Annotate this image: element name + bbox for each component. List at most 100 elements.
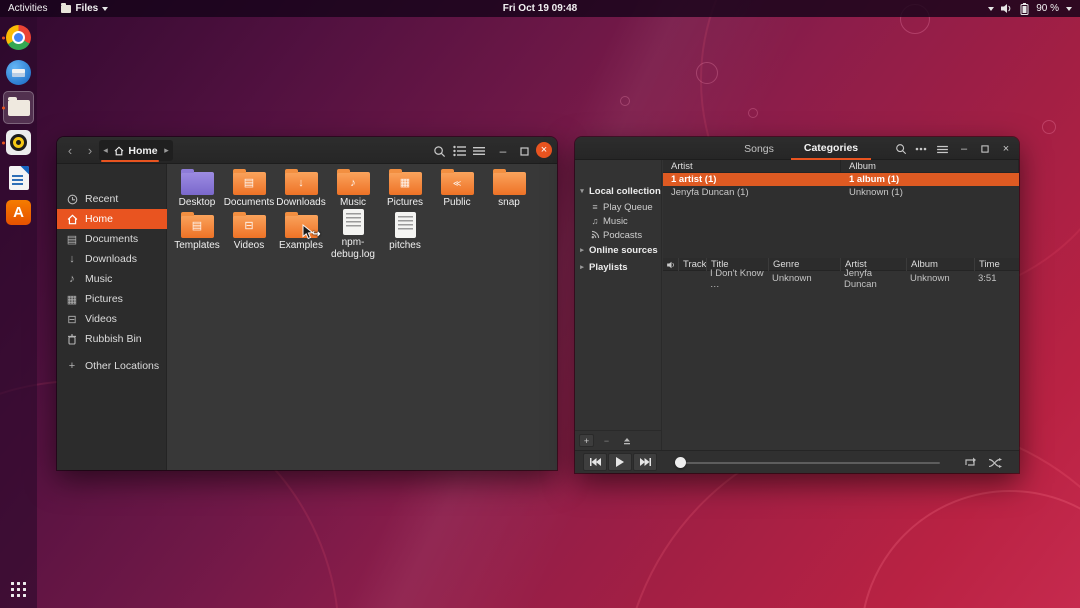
expander-icon[interactable]: ▾ (578, 187, 586, 195)
add-button[interactable]: + (579, 434, 594, 447)
sidebar-item-recent[interactable]: Recent (57, 189, 167, 209)
eject-button[interactable] (619, 434, 634, 447)
repeat-button[interactable] (960, 454, 980, 471)
show-applications-button[interactable] (0, 574, 37, 604)
close-button[interactable]: × (536, 142, 552, 158)
path-prev-button[interactable]: ◂ (99, 145, 112, 156)
path-bar[interactable]: ◂ Home ▸ (99, 140, 173, 161)
dock-item-chrome[interactable] (0, 20, 37, 55)
next-button[interactable] (633, 453, 657, 471)
active-path-underline (101, 160, 159, 162)
tab-categories[interactable]: Categories (791, 137, 871, 160)
sidebar-group-playlists[interactable]: ▸ Playlists (575, 260, 662, 274)
file-item-music[interactable]: ♪ Music (327, 166, 379, 209)
sidebar-item-downloads[interactable]: ↓ Downloads (57, 249, 167, 269)
document-icon: ▤ (66, 233, 78, 246)
artist-column-header[interactable]: Artist (663, 160, 841, 173)
file-item-downloads[interactable]: ↓ Downloads (275, 166, 327, 209)
seek-slider-knob[interactable] (675, 457, 686, 468)
folder-icon: ▤ (181, 215, 214, 238)
sidebar-item-play-queue[interactable]: ≡ Play Queue (575, 200, 662, 214)
sidebar-item-label: Recent (85, 193, 118, 205)
file-item-pitches[interactable]: pitches (379, 209, 431, 252)
next-icon (640, 458, 651, 466)
file-item-snap[interactable]: snap (483, 166, 535, 209)
view-toggle-button[interactable] (451, 143, 467, 159)
file-item-videos[interactable]: ⊟ Videos (223, 209, 275, 252)
sidebar-item-music[interactable]: ♪ Music (57, 269, 167, 289)
file-item-label: Videos (234, 240, 264, 252)
time-column-header[interactable]: Time (974, 258, 1019, 271)
file-item-public[interactable]: ≪ Public (431, 166, 483, 209)
file-item-npm-debug-log[interactable]: npm-debug.log (327, 209, 379, 252)
file-item-pictures[interactable]: ▦ Pictures (379, 166, 431, 209)
sidebar-item-music[interactable]: ♫ Music (575, 214, 662, 228)
search-button[interactable] (893, 141, 909, 157)
path-home-button[interactable]: Home (112, 145, 160, 157)
seek-slider[interactable] (680, 462, 940, 464)
sidebar-item-other-locations[interactable]: + Other Locations (57, 356, 167, 376)
sidebar-item-pictures[interactable]: ▦ Pictures (57, 289, 167, 309)
running-indicator (2, 141, 5, 144)
dock-item-ubuntu-software[interactable]: A (0, 195, 37, 230)
dock-item-rhythmbox[interactable] (0, 125, 37, 160)
dock-item-files[interactable] (0, 90, 37, 125)
sidebar-item-videos[interactable]: ⊟ Videos (57, 309, 167, 329)
ubuntu-software-icon: A (6, 200, 31, 225)
file-item-label: pitches (389, 240, 421, 252)
rss-icon (590, 230, 600, 241)
play-button[interactable] (608, 453, 632, 471)
track-column-header[interactable]: Track (678, 258, 706, 271)
app-grid-icon (11, 582, 26, 597)
artist-row[interactable]: Jenyfa Duncan (1) (663, 186, 841, 199)
minimize-button[interactable]: – (956, 141, 972, 157)
maximize-button[interactable] (977, 141, 993, 157)
file-item-examples[interactable]: ↪ Examples (275, 209, 327, 252)
path-prev-icon: ◂ (103, 145, 108, 156)
menu-button[interactable] (934, 141, 950, 157)
album-column-header[interactable]: Album (841, 160, 1019, 173)
shuffle-button[interactable] (985, 454, 1005, 471)
sidebar-group-online-sources[interactable]: ▸ Online sources (575, 243, 662, 257)
artist-summary-row[interactable]: 1 artist (1) (663, 173, 841, 186)
album-column-header[interactable]: Album (906, 258, 974, 271)
dock-item-thunderbird[interactable] (0, 55, 37, 90)
close-button[interactable]: × (998, 141, 1014, 157)
album-row[interactable]: Unknown (1) (841, 186, 1019, 199)
repeat-icon (964, 457, 976, 468)
maximize-button[interactable] (516, 143, 532, 159)
remove-button[interactable]: − (599, 434, 614, 447)
album-summary-row[interactable]: 1 album (1) (841, 173, 1019, 186)
tab-songs[interactable]: Songs (727, 137, 791, 160)
forward-button[interactable]: › (82, 142, 98, 158)
file-item-desktop[interactable]: Desktop (171, 166, 223, 209)
sidebar-item-documents[interactable]: ▤ Documents (57, 229, 167, 249)
previous-button[interactable] (583, 453, 607, 471)
genre-column-header[interactable]: Genre (768, 258, 840, 271)
expander-icon[interactable]: ▸ (578, 246, 586, 254)
sidebar-item-podcasts[interactable]: Podcasts (575, 228, 662, 242)
expander-icon[interactable]: ▸ (578, 263, 586, 271)
menu-button[interactable] (471, 143, 487, 159)
file-item-documents[interactable]: ▤ Documents (223, 166, 275, 209)
files-content-area[interactable]: Desktop ▤ Documents ↓ Downloads ♪ Music … (168, 164, 557, 470)
sidebar-group-local-collection[interactable]: ▾ Local collection (575, 184, 662, 198)
sidebar-item-rubbish-bin[interactable]: Rubbish Bin (57, 329, 167, 349)
back-button[interactable]: ‹ (62, 142, 78, 158)
path-next-button[interactable]: ▸ (160, 145, 173, 156)
eject-icon (623, 437, 631, 445)
now-playing-column-header[interactable] (663, 258, 678, 271)
minimize-button[interactable]: – (495, 143, 511, 159)
files-headerbar[interactable]: ‹ › ◂ Home ▸ (57, 137, 557, 164)
sidebar-item-home[interactable]: Home (57, 209, 167, 229)
playlist-tools: + − (575, 430, 662, 450)
more-options-button[interactable] (913, 141, 929, 157)
file-item-templates[interactable]: ▤ Templates (171, 209, 223, 252)
dock-item-libreoffice-writer[interactable] (0, 160, 37, 195)
ellipsis-icon (915, 147, 927, 151)
file-item-label: snap (498, 197, 520, 209)
search-button[interactable] (431, 143, 447, 159)
clock-menu[interactable]: Fri Oct 19 09:48 (0, 3, 1080, 14)
system-status-menu[interactable]: 90 % (988, 3, 1080, 15)
rhythmbox-headerbar[interactable]: Songs Categories – × (575, 137, 1019, 160)
